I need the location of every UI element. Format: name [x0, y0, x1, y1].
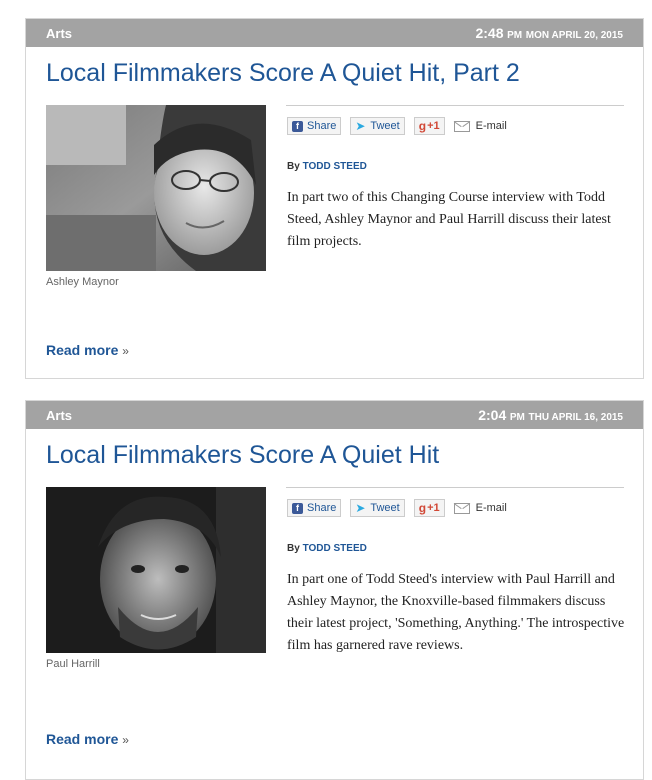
- twitter-bird-icon: ➤: [355, 500, 366, 515]
- facebook-icon: f: [292, 502, 303, 514]
- photo-caption: Ashley Maynor: [46, 276, 119, 288]
- article-photo[interactable]: [46, 105, 266, 271]
- article-title-link[interactable]: Local Filmmakers Score A Quiet Hit: [46, 441, 439, 470]
- google-plus-icon: g: [418, 119, 427, 133]
- envelope-icon: [453, 502, 470, 514]
- timestamp: 2:48 PM MON APRIL 20, 2015: [475, 25, 623, 41]
- twitter-bird-icon: ➤: [355, 118, 366, 133]
- divider: [286, 105, 624, 106]
- envelope-icon: [453, 120, 470, 132]
- google-plus-button[interactable]: g +1: [413, 117, 445, 135]
- read-more-link[interactable]: Read more »: [46, 731, 129, 747]
- tweet-button[interactable]: ➤ Tweet: [350, 499, 405, 517]
- social-share-bar: f Share ➤ Tweet g +1 E-mail: [287, 499, 507, 517]
- read-more-link[interactable]: Read more »: [46, 342, 129, 358]
- article-title-link[interactable]: Local Filmmakers Score A Quiet Hit, Part…: [46, 59, 520, 88]
- tweet-button[interactable]: ➤ Tweet: [350, 117, 405, 135]
- double-chevron-icon: »: [122, 344, 129, 358]
- facebook-share-button[interactable]: f Share: [287, 499, 342, 517]
- category-label[interactable]: Arts: [46, 26, 72, 41]
- article-card: Arts 2:04 PM THU APRIL 16, 2015 Local Fi…: [25, 400, 644, 780]
- article-header-bar: Arts 2:48 PM MON APRIL 20, 2015: [26, 19, 643, 47]
- byline: By TODD STEED: [287, 161, 367, 172]
- byline: By TODD STEED: [287, 543, 367, 554]
- author-link[interactable]: TODD STEED: [303, 543, 367, 554]
- email-share-link[interactable]: E-mail: [453, 502, 507, 514]
- facebook-share-button[interactable]: f Share: [287, 117, 342, 135]
- article-summary: In part two of this Changing Course inte…: [287, 190, 611, 249]
- category-label[interactable]: Arts: [46, 408, 72, 423]
- double-chevron-icon: »: [122, 733, 129, 747]
- google-plus-button[interactable]: g +1: [413, 499, 445, 517]
- article-header-bar: Arts 2:04 PM THU APRIL 16, 2015: [26, 401, 643, 429]
- author-link[interactable]: TODD STEED: [303, 161, 367, 172]
- article-card: Arts 2:48 PM MON APRIL 20, 2015 Local Fi…: [25, 18, 644, 379]
- timestamp: 2:04 PM THU APRIL 16, 2015: [478, 407, 623, 423]
- photo-caption: Paul Harrill: [46, 658, 100, 670]
- email-share-link[interactable]: E-mail: [453, 120, 507, 132]
- facebook-icon: f: [292, 120, 303, 132]
- article-summary: In part one of Todd Steed's interview wi…: [287, 572, 625, 653]
- divider: [286, 487, 624, 488]
- photo-paul-harrill: [46, 487, 266, 653]
- google-plus-icon: g: [418, 501, 427, 515]
- article-photo[interactable]: [46, 487, 266, 653]
- social-share-bar: f Share ➤ Tweet g +1 E-mail: [287, 117, 507, 135]
- photo-ashley-maynor: [46, 105, 266, 271]
